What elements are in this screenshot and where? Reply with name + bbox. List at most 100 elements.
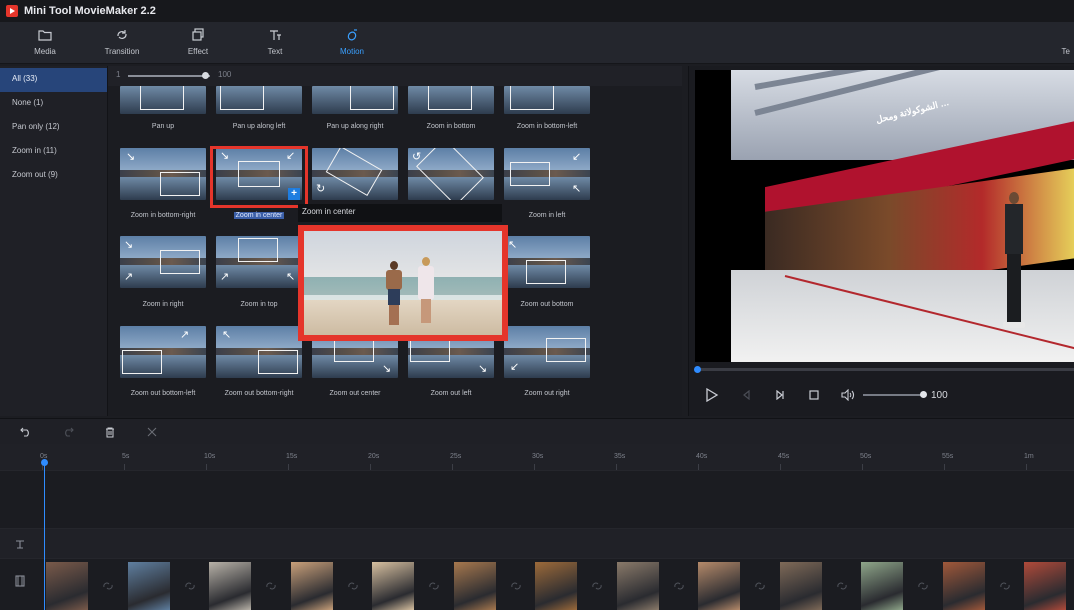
text-track-icon [0, 535, 40, 553]
timeline-playhead[interactable] [44, 460, 45, 610]
motion-thumb-zoom-out-bottom-right[interactable]: ↖ [216, 326, 302, 378]
video-clip[interactable] [616, 562, 659, 610]
transition-slot-icon[interactable] [998, 580, 1012, 592]
tab-text[interactable]: Text [245, 26, 305, 56]
transition-slot-icon[interactable] [753, 580, 767, 592]
motion-thumb-pan-up[interactable] [120, 86, 206, 114]
stop-button[interactable] [803, 385, 825, 405]
tab-effect[interactable]: Effect [168, 26, 228, 56]
motion-caption-selected: Zoom in center [211, 212, 307, 219]
transition-slot-icon[interactable] [509, 580, 523, 592]
category-zoom-out[interactable]: Zoom out (9) [0, 164, 107, 188]
thumbnail-size-track[interactable] [128, 75, 210, 77]
previous-icon [743, 390, 750, 400]
tab-transition[interactable]: Transition [92, 26, 152, 56]
video-clip[interactable] [372, 562, 414, 610]
timeline-tick-label: 50s [860, 453, 872, 460]
video-clip[interactable] [698, 562, 740, 610]
motion-thumb-zoom-in-bottom-left[interactable] [504, 86, 590, 114]
volume-knob[interactable] [920, 391, 927, 398]
thumbnail-size-slider[interactable]: 1 100 [108, 66, 682, 86]
arrow-icon: ↺ [412, 151, 422, 163]
transition-slot-icon[interactable] [346, 580, 360, 592]
previous-frame-button[interactable] [735, 385, 757, 405]
volume-button[interactable] [837, 385, 859, 405]
arrow-icon: ↙ [572, 151, 582, 163]
playback-progress-knob[interactable] [694, 366, 701, 373]
split-button[interactable] [144, 424, 160, 440]
arrow-icon: ↘ [126, 151, 136, 163]
video-clip[interactable] [1024, 562, 1066, 610]
trash-icon [106, 427, 114, 437]
transition-slot-icon[interactable] [672, 580, 686, 592]
thumbnail-size-knob[interactable] [202, 72, 209, 79]
video-clip[interactable] [209, 562, 251, 610]
video-preview[interactable]: الشوكولاتة ومحل … [695, 70, 1074, 362]
timeline-toolbar [0, 418, 1074, 444]
tab-media[interactable]: Media [15, 26, 75, 56]
motion-thumb-zoom-in-right[interactable]: ↘ ↗ [120, 236, 206, 288]
video-clip[interactable] [453, 562, 496, 610]
timeline-ruler[interactable]: 0s 5s 10s 15s 20s 25s 30s 35s 40s 45s 50s 55s 1m [0, 444, 1074, 470]
tab-motion[interactable]: Motion [322, 26, 382, 56]
timeline-tick-label: 10s [204, 453, 216, 460]
main-toolbar: Media Transition Effect Text Motion Te [0, 22, 1074, 64]
video-clip[interactable] [290, 562, 333, 610]
motion-thumb-zoom-in-left[interactable]: ↙ ↖ [504, 148, 590, 200]
undo-button[interactable] [18, 424, 34, 440]
category-zoom-in[interactable]: Zoom in (11) [0, 140, 107, 164]
motion-caption: Zoom in bottom-left [516, 123, 578, 130]
motion-thumb-rotate-in[interactable]: ↻ [312, 148, 398, 200]
playhead-handle[interactable] [41, 459, 48, 466]
motion-thumb-pan-up-along-right[interactable] [312, 86, 398, 114]
video-clip[interactable] [46, 562, 88, 610]
preview-player: الشوكولاتة ومحل … 100 [688, 66, 1074, 416]
arrow-icon: ↖ [572, 183, 582, 195]
thumbnail-size-min: 1 [116, 70, 121, 79]
motion-thumb-zoom-in-bottom-right[interactable]: ↘ [120, 148, 206, 200]
video-clip[interactable] [861, 562, 903, 610]
arrow-icon: ↖ [508, 239, 518, 251]
transition-slot-icon[interactable] [101, 580, 115, 592]
transition-slot-icon[interactable] [427, 580, 441, 592]
motion-thumb-rotate-out[interactable]: ↺ [408, 148, 494, 200]
motion-caption: Zoom in top [240, 301, 278, 308]
video-clip[interactable] [127, 562, 170, 610]
tab-text-edge[interactable]: Te [1062, 47, 1070, 56]
transition-slot-icon[interactable] [835, 580, 849, 592]
transition-slot-icon[interactable] [916, 580, 930, 592]
player-controls: 100 [701, 384, 948, 406]
text-icon [245, 26, 305, 44]
motion-thumb-zoom-in-top[interactable]: ↗ ↖ [216, 236, 302, 288]
transition-slot-icon[interactable] [590, 580, 604, 592]
timeline-tick-label: 1m [1024, 453, 1034, 460]
category-all[interactable]: All (33) [0, 68, 107, 92]
add-motion-button[interactable]: + [288, 188, 300, 200]
motion-caption: Pan up along left [232, 123, 286, 130]
transition-slot-icon[interactable] [264, 580, 278, 592]
video-clip[interactable] [942, 562, 985, 610]
transition-slot-icon[interactable] [183, 580, 197, 592]
motion-thumb-zoom-out-bottom[interactable]: ↖ [504, 236, 590, 288]
motion-track[interactable] [0, 470, 1074, 528]
volume-slider[interactable] [863, 391, 927, 398]
motion-thumb-zoom-out-right[interactable]: ↙ [504, 326, 590, 378]
video-clip[interactable] [535, 562, 577, 610]
video-clip[interactable] [779, 562, 822, 610]
play-button[interactable] [701, 385, 723, 405]
arrow-icon: ↗ [180, 329, 190, 341]
category-none[interactable]: None (1) [0, 92, 107, 116]
redo-button[interactable] [60, 424, 76, 440]
motion-thumb-pan-up-along-left[interactable] [216, 86, 302, 114]
speaker-icon [841, 389, 855, 401]
delete-button[interactable] [102, 424, 118, 440]
motion-thumb-zoom-in-bottom[interactable] [408, 86, 494, 114]
playback-progress-bar[interactable] [694, 366, 1074, 373]
title-bar: Mini Tool MovieMaker 2.2 [0, 0, 1074, 22]
category-pan-only[interactable]: Pan only (12) [0, 116, 107, 140]
next-frame-button[interactable] [769, 385, 791, 405]
text-track[interactable] [0, 528, 1074, 558]
play-icon [706, 388, 719, 402]
motion-thumb-zoom-out-bottom-left[interactable]: ↗ [120, 326, 206, 378]
stop-icon [809, 390, 819, 400]
